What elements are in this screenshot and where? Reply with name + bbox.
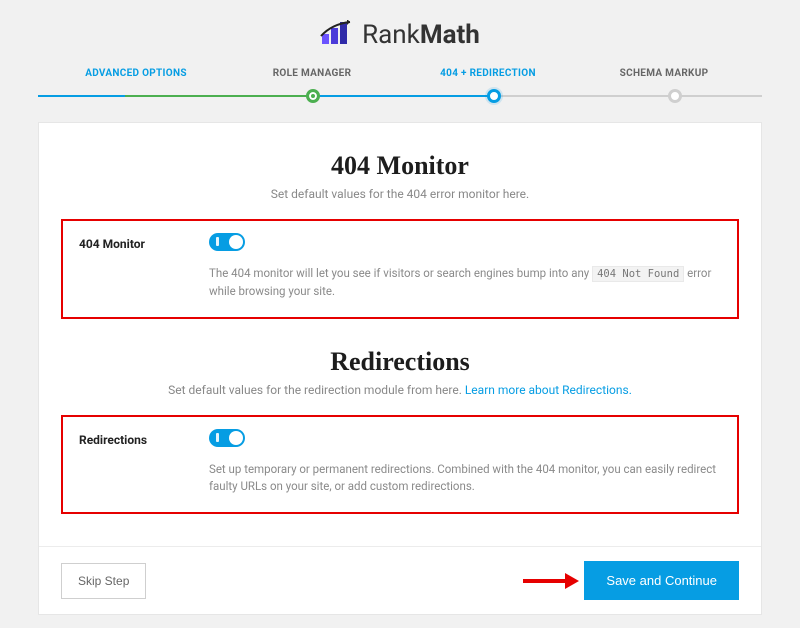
link-learn-redirections[interactable]: Learn more about Redirections. bbox=[465, 383, 632, 397]
desc-404-monitor: The 404 monitor will let you see if visi… bbox=[209, 265, 721, 301]
section-title-404: 404 Monitor bbox=[61, 151, 739, 181]
highlight-404-monitor: 404 Monitor The 404 monitor will let you… bbox=[61, 219, 739, 319]
toggle-404-monitor[interactable] bbox=[209, 233, 245, 251]
rankmath-bars-icon bbox=[320, 20, 354, 50]
annotation-arrow-icon bbox=[521, 571, 581, 591]
section-subtitle-404: Set default values for the 404 error mon… bbox=[61, 187, 739, 201]
label-redirections: Redirections bbox=[79, 429, 189, 447]
settings-card: 404 Monitor Set default values for the 4… bbox=[38, 122, 762, 615]
save-and-continue-button[interactable]: Save and Continue bbox=[584, 561, 739, 600]
skip-step-button[interactable]: Skip Step bbox=[61, 563, 146, 599]
toggle-redirections[interactable] bbox=[209, 429, 245, 447]
section-subtitle-redirections: Set default values for the redirection m… bbox=[61, 383, 739, 397]
label-404-monitor: 404 Monitor bbox=[79, 233, 189, 251]
step-404-redirection[interactable]: 404 + REDIRECTION bbox=[400, 68, 576, 79]
step-role-manager[interactable]: ROLE MANAGER bbox=[224, 68, 400, 79]
step-schema-markup[interactable]: SCHEMA MARKUP bbox=[576, 68, 752, 79]
step-node-404-redirection[interactable] bbox=[487, 89, 501, 103]
step-node-role-manager[interactable] bbox=[306, 89, 320, 103]
desc-redirections: Set up temporary or permanent redirectio… bbox=[209, 461, 721, 497]
section-title-redirections: Redirections bbox=[61, 347, 739, 377]
wizard-stepper: ADVANCED OPTIONS ROLE MANAGER 404 + REDI… bbox=[38, 68, 762, 108]
step-node-schema-markup[interactable] bbox=[668, 89, 682, 103]
highlight-redirections: Redirections Set up temporary or permane… bbox=[61, 415, 739, 515]
brand-logo: RankMath bbox=[38, 20, 762, 50]
step-advanced-options[interactable]: ADVANCED OPTIONS bbox=[48, 68, 224, 79]
brand-text: RankMath bbox=[362, 20, 480, 50]
